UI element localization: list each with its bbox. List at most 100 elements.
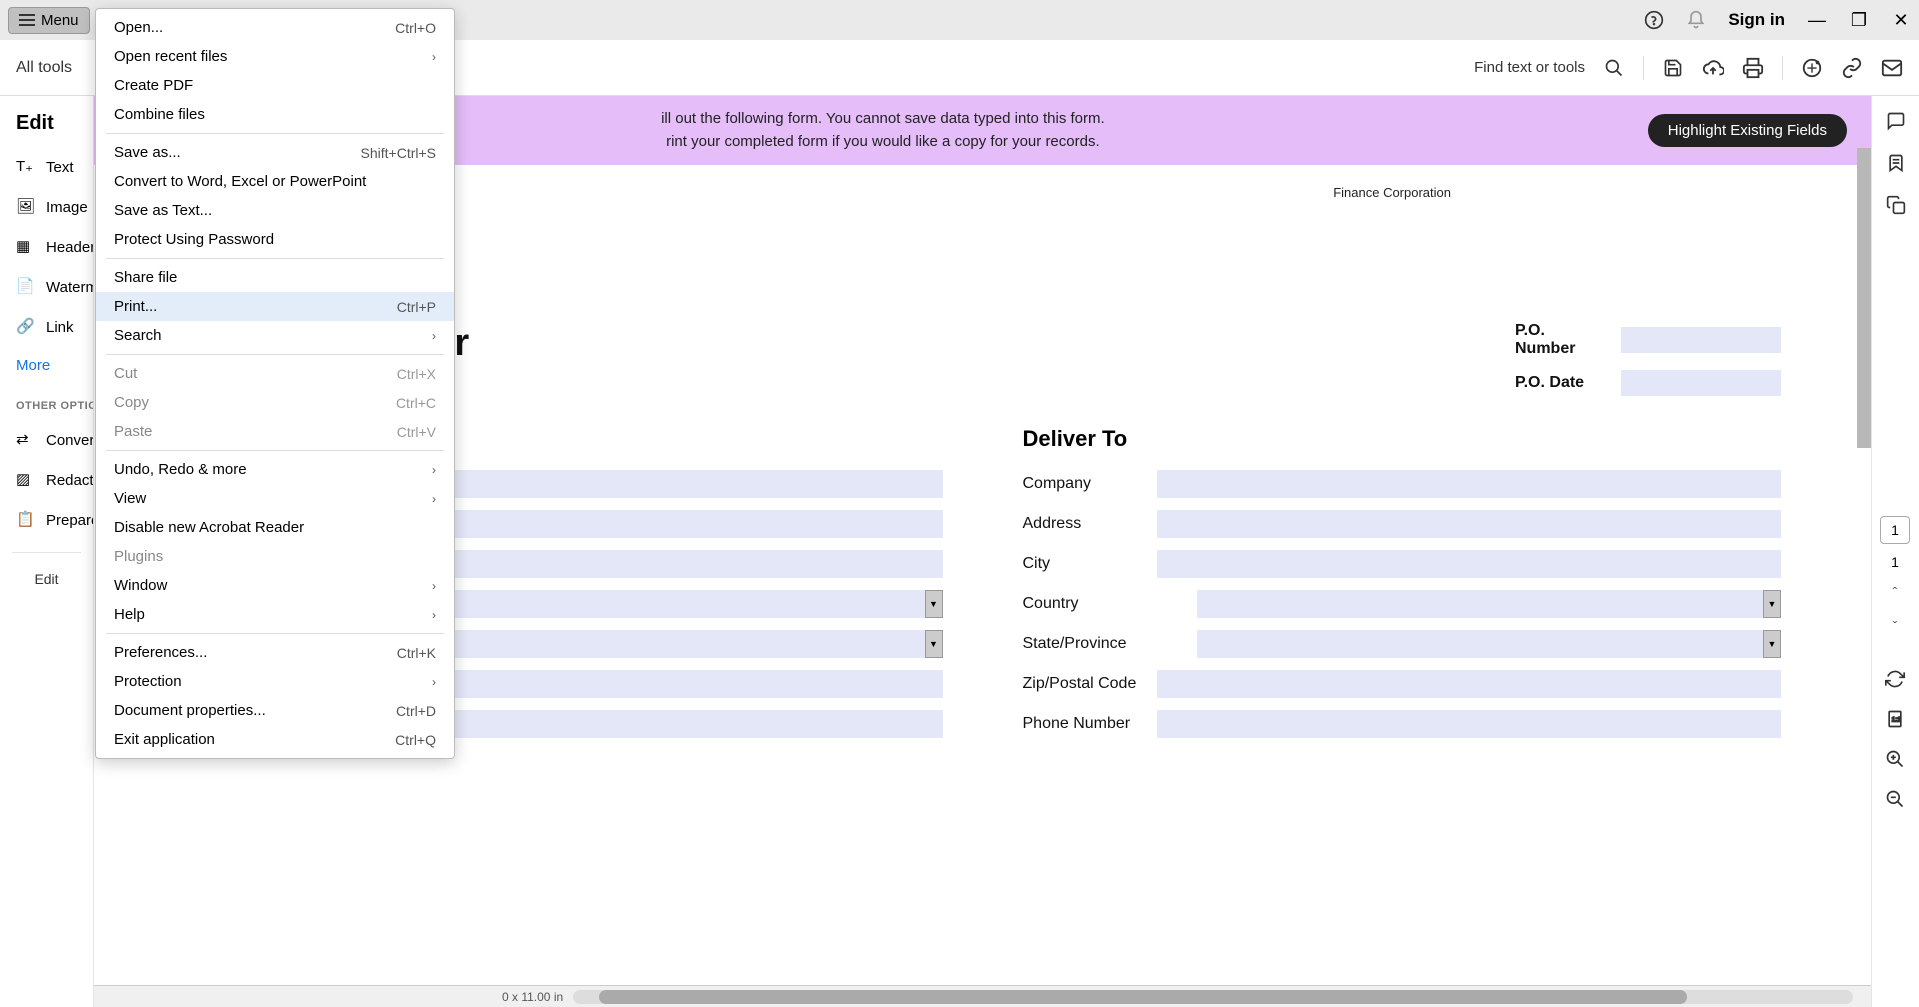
- menu-item-protection[interactable]: Protection›: [96, 667, 454, 696]
- header-icon: ▦: [16, 237, 36, 257]
- menu-shortcut: Ctrl+P: [397, 299, 436, 315]
- page-down-icon[interactable]: ˇ: [1889, 614, 1902, 638]
- lp-item-image[interactable]: 🖼Image: [0, 187, 93, 227]
- bookmark-icon[interactable]: [1885, 152, 1907, 174]
- dt-country-dropdown[interactable]: ▼: [1197, 590, 1782, 618]
- all-tools-link[interactable]: All tools: [16, 59, 72, 77]
- print-icon[interactable]: [1742, 57, 1764, 79]
- menu-item-exit-application[interactable]: Exit applicationCtrl+Q: [96, 725, 454, 754]
- sign-in-link[interactable]: Sign in: [1728, 10, 1785, 30]
- menu-item-undo-redo-more[interactable]: Undo, Redo & more›: [96, 455, 454, 484]
- menu-item-protect-using-password[interactable]: Protect Using Password: [96, 225, 454, 254]
- ai-sparkle-icon[interactable]: [1801, 57, 1823, 79]
- close-window-button[interactable]: ✕: [1891, 10, 1911, 31]
- text-icon: T₊: [16, 157, 36, 177]
- menu-item-combine-files[interactable]: Combine files: [96, 100, 454, 129]
- horizontal-scrollbar[interactable]: [573, 990, 1853, 1004]
- help-icon[interactable]: [1644, 10, 1664, 30]
- lp-item-prepare[interactable]: 📋Prepare: [0, 500, 93, 540]
- bell-icon[interactable]: [1686, 10, 1706, 30]
- convert-icon: ⇄: [16, 430, 36, 450]
- menu-item-view[interactable]: View›: [96, 484, 454, 513]
- menu-item-save-as-text[interactable]: Save as Text...: [96, 196, 454, 225]
- page-number-input[interactable]: [1880, 516, 1910, 544]
- menu-item-share-file[interactable]: Share file: [96, 263, 454, 292]
- po-number-label: P.O. Number: [1515, 322, 1605, 358]
- other-options-header: OTHER OPTIONS: [0, 384, 93, 420]
- menu-item-label: Plugins: [114, 548, 163, 565]
- po-number-field[interactable]: [1621, 327, 1781, 353]
- menu-button[interactable]: Menu: [8, 7, 90, 34]
- menu-item-plugins: Plugins: [96, 542, 454, 571]
- chevron-right-icon: ›: [432, 608, 436, 622]
- menu-item-save-as[interactable]: Save as...Shift+Ctrl+S: [96, 138, 454, 167]
- zoom-out-icon[interactable]: [1884, 788, 1906, 810]
- lp-item-convert[interactable]: ⇄Convert: [0, 420, 93, 460]
- menu-item-convert-to-word-excel-or-powerpoint[interactable]: Convert to Word, Excel or PowerPoint: [96, 167, 454, 196]
- menu-item-window[interactable]: Window›: [96, 571, 454, 600]
- link-icon[interactable]: [1841, 57, 1863, 79]
- hamburger-icon: [19, 19, 35, 21]
- close-panel[interactable]: Edit: [12, 552, 81, 587]
- menu-label: Menu: [41, 12, 79, 29]
- image-icon: 🖼: [16, 197, 36, 217]
- dt-zip-field[interactable]: [1157, 670, 1782, 698]
- dt-phone-field[interactable]: [1157, 710, 1782, 738]
- save-icon[interactable]: [1662, 57, 1684, 79]
- menu-item-preferences[interactable]: Preferences...Ctrl+K: [96, 638, 454, 667]
- menu-item-print[interactable]: Print... Ctrl+P: [96, 292, 454, 321]
- menu-item-disable-new-acrobat-reader[interactable]: Disable new Acrobat Reader: [96, 513, 454, 542]
- status-bar: 0 x 11.00 in: [94, 985, 1871, 1007]
- dt-company-field[interactable]: [1157, 470, 1782, 498]
- lp-item-watermark[interactable]: 📄Watermark: [0, 267, 93, 307]
- dropdown-arrow-icon: ▼: [925, 630, 943, 658]
- dt-state-dropdown[interactable]: ▼: [1197, 630, 1782, 658]
- menu-item-label: Convert to Word, Excel or PowerPoint: [114, 173, 366, 190]
- menu-item-label: Save as Text...: [114, 202, 212, 219]
- maximize-button[interactable]: ❐: [1849, 10, 1869, 31]
- menu-item-help[interactable]: Help ›: [96, 600, 454, 629]
- search-icon[interactable]: [1603, 57, 1625, 79]
- menu-item-create-pdf[interactable]: Create PDF: [96, 71, 454, 100]
- zoom-in-icon[interactable]: [1884, 748, 1906, 770]
- mail-icon[interactable]: [1881, 57, 1903, 79]
- menu-item-search[interactable]: Search›: [96, 321, 454, 350]
- lp-item-header[interactable]: ▦Header: [0, 227, 93, 267]
- prepare-icon: 📋: [16, 510, 36, 530]
- menu-shortcut: Shift+Ctrl+S: [361, 145, 436, 161]
- rotate-icon[interactable]: [1884, 668, 1906, 690]
- po-date-field[interactable]: [1621, 370, 1781, 396]
- dt-address-field[interactable]: [1157, 510, 1782, 538]
- dt-city-field[interactable]: [1157, 550, 1782, 578]
- menu-item-label: Help: [114, 606, 145, 623]
- minimize-button[interactable]: —: [1807, 10, 1827, 31]
- fit-page-icon[interactable]: 1:1: [1884, 708, 1906, 730]
- menu-item-copy: CopyCtrl+C: [96, 388, 454, 417]
- upload-cloud-icon[interactable]: [1702, 57, 1724, 79]
- menu-item-cut: CutCtrl+X: [96, 359, 454, 388]
- menu-item-paste: PasteCtrl+V: [96, 417, 454, 446]
- page-navigator: 1 ˆ ˇ 1:1: [1875, 516, 1915, 810]
- deliver-to-section: Deliver To Company Address City Country▼…: [1023, 426, 1782, 750]
- menu-item-label: Open recent files: [114, 48, 227, 65]
- find-text-label: Find text or tools: [1474, 59, 1585, 76]
- lp-item-link[interactable]: 🔗Link: [0, 307, 93, 347]
- highlight-fields-button[interactable]: Highlight Existing Fields: [1648, 114, 1847, 147]
- menu-item-open[interactable]: Open...Ctrl+O: [96, 13, 454, 42]
- menu-item-label: Undo, Redo & more: [114, 461, 247, 478]
- menu-item-open-recent-files[interactable]: Open recent files›: [96, 42, 454, 71]
- lp-item-redact[interactable]: ▨Redact: [0, 460, 93, 500]
- copy-icon[interactable]: [1885, 194, 1907, 216]
- menu-item-label: Copy: [114, 394, 149, 411]
- chevron-right-icon: ›: [432, 675, 436, 689]
- menu-item-document-properties[interactable]: Document properties...Ctrl+D: [96, 696, 454, 725]
- main-menu-dropdown: Open...Ctrl+OOpen recent files›Create PD…: [95, 8, 455, 759]
- page-up-icon[interactable]: ˆ: [1889, 580, 1902, 604]
- toolbar-separator: [1782, 56, 1783, 80]
- menu-item-label: Print...: [114, 298, 157, 315]
- lp-item-text[interactable]: T₊Text: [0, 147, 93, 187]
- comment-icon[interactable]: [1885, 110, 1907, 132]
- more-link[interactable]: More: [0, 347, 93, 384]
- menu-shortcut: Ctrl+X: [397, 366, 436, 382]
- menu-shortcut: Ctrl+V: [397, 424, 436, 440]
